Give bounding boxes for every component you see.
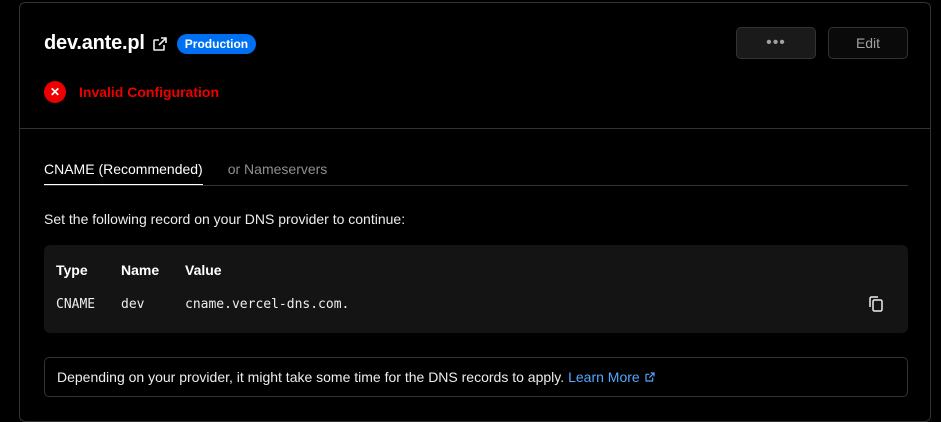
record-type: CNAME: [56, 297, 96, 312]
learn-more-link[interactable]: Learn More: [568, 369, 656, 385]
edit-button[interactable]: Edit: [828, 27, 908, 59]
domain-card: dev.ante.pl Production ✕ Invalid Configu…: [19, 2, 931, 422]
external-link-icon[interactable]: [151, 35, 169, 53]
external-link-icon: [645, 372, 655, 382]
production-badge: Production: [176, 33, 257, 54]
domain-link[interactable]: dev.ante.pl: [44, 32, 145, 55]
card-header: dev.ante.pl Production ✕ Invalid Configu…: [20, 3, 930, 129]
tab-cname[interactable]: CNAME (Recommended): [44, 155, 203, 185]
learn-more-label: Learn More: [568, 369, 640, 385]
domain-title-row: dev.ante.pl Production: [44, 32, 257, 55]
record-tabs: CNAME (Recommended) or Nameservers: [44, 155, 908, 186]
copy-icon[interactable]: [867, 295, 885, 313]
status-text: Invalid Configuration: [79, 84, 219, 100]
header-name: Name: [121, 262, 160, 278]
record-value: cname.vercel-dns.com.: [185, 297, 350, 312]
instructions-text: Set the following record on your DNS pro…: [44, 211, 406, 227]
note-text: Depending on your provider, it might tak…: [57, 369, 565, 385]
x-circle-icon: ✕: [44, 81, 66, 103]
dns-record-table: Type Name Value CNAME dev cname.vercel-d…: [44, 245, 908, 333]
more-options-button[interactable]: •••: [736, 27, 816, 59]
tab-nameservers[interactable]: or Nameservers: [228, 155, 328, 184]
record-name: dev: [121, 297, 145, 312]
propagation-note: Depending on your provider, it might tak…: [44, 357, 908, 397]
header-type: Type: [56, 262, 88, 278]
status-row: ✕ Invalid Configuration: [44, 81, 219, 103]
header-value: Value: [185, 262, 222, 278]
